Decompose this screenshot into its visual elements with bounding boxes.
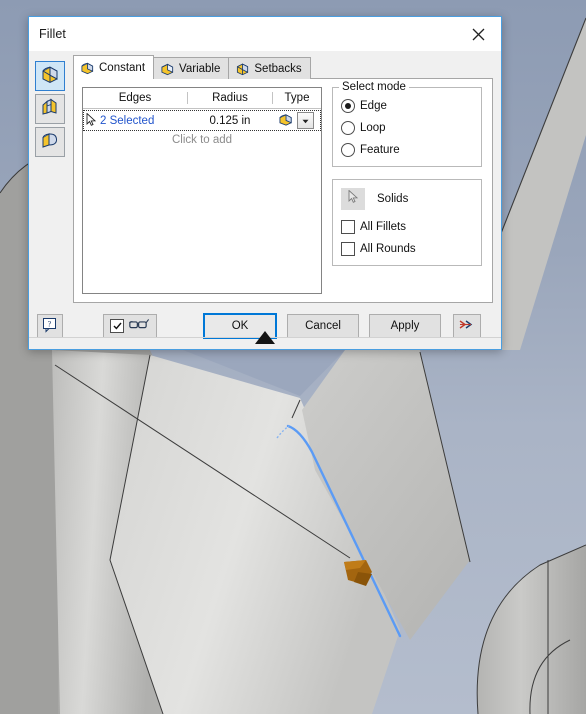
fillet-dialog[interactable]: Fillet Constant Variable Setbacks Edges … [28, 16, 502, 350]
checkbox-all-rounds[interactable]: All Rounds [341, 242, 473, 256]
cell-radius[interactable]: 0.125 in [188, 115, 272, 127]
edges-table-header: Edges Radius Type [83, 88, 321, 109]
help-icon: ? [42, 317, 58, 336]
table-row[interactable]: 2 Selected 0.125 in [83, 110, 321, 131]
dialog-titlebar[interactable]: Fillet [29, 17, 501, 51]
cell-type[interactable] [272, 112, 320, 130]
tab-setbacks[interactable]: Setbacks [228, 57, 311, 79]
checkbox-all-fillets-label: All Fillets [360, 221, 407, 233]
fillet-type-icon [278, 112, 295, 130]
preview-checkbox[interactable] [110, 319, 124, 333]
column-header-radius: Radius [188, 92, 273, 104]
radio-feature-indicator[interactable] [341, 143, 355, 157]
close-button[interactable] [455, 17, 501, 51]
double-chevron-right-icon [458, 319, 476, 333]
select-solids-button[interactable] [341, 188, 365, 210]
column-header-type: Type [284, 92, 310, 104]
fillet-type-toolbar [35, 57, 67, 303]
checkbox-all-fillets-box[interactable] [341, 220, 355, 234]
type-dropdown-button[interactable] [297, 112, 314, 129]
cancel-button[interactable]: Cancel [287, 314, 359, 338]
chevron-down-icon [302, 115, 309, 127]
checkbox-all-fillets[interactable]: All Fillets [341, 220, 473, 234]
checkbox-all-rounds-label: All Rounds [360, 243, 416, 255]
options-column: Select mode Edge Loop Feature Solids All… [332, 81, 482, 294]
dialog-footer: ? OK Cancel Apply [29, 303, 501, 349]
tab-constant[interactable]: Constant [73, 55, 155, 79]
tabstrip: Constant Variable Setbacks [73, 55, 493, 79]
tab-region: Constant Variable Setbacks Edges Radius … [73, 55, 493, 303]
tab-setbacks-label: Setbacks [254, 62, 302, 75]
tab-constant-label: Constant [99, 61, 146, 74]
apply-button[interactable]: Apply [369, 314, 441, 338]
select-mode-group: Select mode Edge Loop Feature [332, 81, 482, 167]
radio-edge[interactable]: Edge [341, 99, 473, 113]
column-header-edges: Edges [83, 92, 188, 104]
constant-fillet-icon [80, 61, 95, 75]
tab-variable[interactable]: Variable [153, 57, 230, 79]
dialog-body: Constant Variable Setbacks Edges Radius … [29, 51, 501, 303]
radio-loop-label: Loop [360, 122, 386, 134]
radio-feature-label: Feature [360, 144, 400, 156]
full-round-fillet-icon [40, 130, 60, 155]
radio-feature[interactable]: Feature [341, 143, 473, 157]
help-button[interactable]: ? [37, 314, 63, 338]
select-solids-icon [348, 189, 359, 208]
checkbox-all-rounds-box[interactable] [341, 242, 355, 256]
resize-grip-triangle-icon[interactable] [253, 331, 277, 350]
radio-edge-indicator[interactable] [341, 99, 355, 113]
edge-fillet-tool[interactable] [35, 61, 65, 91]
glasses-icon [128, 318, 150, 334]
preview-toggle-button[interactable] [103, 314, 157, 338]
edge-fillet-icon [40, 64, 60, 89]
constant-tab-panel: Edges Radius Type 2 Selected 0.125 in Cl… [73, 78, 493, 303]
radio-loop[interactable]: Loop [341, 121, 473, 135]
svg-text:?: ? [48, 319, 52, 328]
radio-loop-indicator[interactable] [341, 121, 355, 135]
select-mode-title: Select mode [339, 81, 409, 93]
solids-label: Solids [377, 193, 409, 205]
setbacks-fillet-icon [235, 62, 250, 76]
dialog-title: Fillet [39, 27, 66, 41]
variable-fillet-icon [160, 62, 175, 76]
click-to-add-row[interactable]: Click to add [83, 131, 321, 146]
edges-table[interactable]: Edges Radius Type 2 Selected 0.125 in Cl… [82, 87, 322, 294]
face-fillet-tool[interactable] [35, 94, 65, 124]
solids-group: Solids All Fillets All Rounds [332, 179, 482, 266]
cursor-arrow-icon [86, 111, 97, 129]
more-options-button[interactable] [453, 314, 481, 338]
cell-edges[interactable]: 2 Selected [84, 111, 188, 129]
edges-selected-label[interactable]: 2 Selected [100, 115, 154, 127]
radio-edge-label: Edge [360, 100, 387, 112]
solids-row: Solids [341, 188, 473, 210]
tab-variable-label: Variable [179, 62, 221, 75]
full-round-fillet-tool[interactable] [35, 127, 65, 157]
face-fillet-icon [40, 97, 60, 122]
close-icon [472, 28, 485, 41]
